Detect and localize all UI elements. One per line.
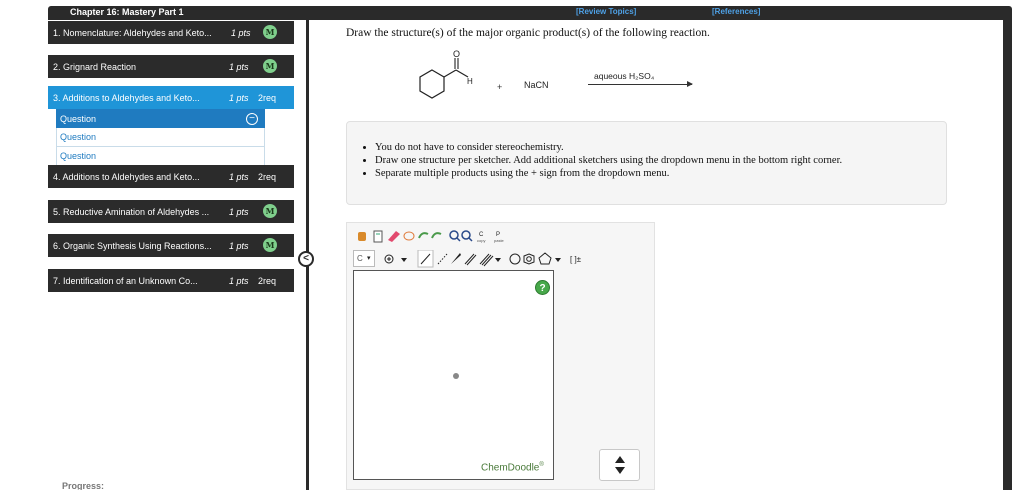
redo-icon[interactable] (431, 232, 442, 239)
sidebar-item-label: 6. Organic Synthesis Using Reactions... (53, 241, 212, 251)
subquestion-2[interactable]: Question (56, 128, 265, 147)
subquestion-1[interactable]: Question − (56, 109, 265, 128)
points-label: 1 pts (229, 276, 249, 286)
clear-icon[interactable] (373, 230, 383, 243)
sidebar-item-3[interactable]: 3. Additions to Aldehydes and Keto... 1 … (48, 86, 294, 109)
plus-sign: + (497, 82, 503, 92)
sidebar-item-4[interactable]: 4. Additions to Aldehydes and Keto... 1 … (48, 165, 294, 188)
instruction-item: Separate multiple products using the + s… (375, 168, 842, 179)
right-scrollbar[interactable] (1003, 20, 1012, 490)
sidebar-item-5[interactable]: 5. Reductive Amination of Aldehydes ... … (48, 200, 294, 223)
progress-label: Progress: (62, 481, 105, 490)
collapse-minus-icon[interactable]: − (246, 113, 258, 125)
canvas-dot (453, 373, 459, 379)
copy-sub-label: copy (477, 238, 485, 243)
header-bar: Chapter 16: Mastery Part 1 [Review Topic… (48, 6, 1012, 20)
triple-bond-icon[interactable] (479, 253, 494, 267)
chevron-down-icon[interactable] (555, 258, 561, 262)
cyclohexanecarbaldehyde-structure: O H (419, 49, 473, 99)
subquestion-label: Question (60, 132, 97, 142)
brand-label: ChemDoodle (481, 462, 540, 474)
collapse-sidebar-button[interactable]: < (298, 251, 314, 267)
help-icon[interactable]: ? (535, 280, 550, 295)
eraser-icon[interactable] (388, 231, 400, 242)
points-label: 1 pts (231, 28, 251, 38)
chapter-title: Chapter 16: Mastery Part 1 (70, 7, 184, 17)
sidebar: 1. Nomenclature: Aldehydes and Keto... 1… (48, 20, 294, 490)
lasso-icon[interactable] (403, 231, 415, 241)
sidebar-item-2[interactable]: 2. Grignard Reaction 1 pts M (48, 55, 294, 78)
mastered-badge-icon: M (263, 238, 277, 252)
dashed-bond-icon[interactable] (437, 253, 448, 265)
hand-icon[interactable] (358, 232, 366, 241)
reaction-arrowhead-icon (687, 81, 693, 87)
points-label: 1 pts (229, 93, 249, 103)
conditions-label: aqueous H₂SO₄ (594, 71, 655, 81)
sidebar-item-7[interactable]: 7. Identification of an Unknown Co... 1 … (48, 269, 294, 292)
chevron-down-icon: ▾ (367, 255, 371, 262)
arrow-up-icon (615, 456, 625, 463)
requirement-label: 2req (258, 276, 277, 286)
instruction-item: You do not have to consider stereochemis… (375, 142, 842, 153)
requirement-label: 2req (258, 172, 277, 182)
sketcher-toolbar-bottom: [ ]± (384, 250, 582, 268)
registered-mark: ® (539, 462, 544, 468)
double-bond-icon[interactable] (464, 253, 477, 266)
subquestion-label: Question (60, 151, 97, 161)
sidebar-item-label: 7. Identification of an Unknown Co... (53, 276, 198, 286)
paste-icon[interactable]: P paste (494, 232, 505, 243)
question-text: Draw the structure(s) of the major organ… (346, 27, 710, 39)
chevron-down-icon[interactable] (401, 258, 407, 262)
requirement-label: 2req (258, 93, 277, 103)
single-bond-icon[interactable] (417, 250, 434, 268)
points-label: 1 pts (229, 241, 249, 251)
chemdoodle-logo: ChemDoodle® (481, 462, 544, 473)
hydrogen-atom-label: H (467, 77, 473, 86)
chevron-down-icon[interactable] (495, 258, 501, 262)
sidebar-item-label: 1. Nomenclature: Aldehydes and Keto... (53, 28, 212, 38)
sketcher-resize-button[interactable] (599, 449, 640, 481)
sidebar-item-label: 5. Reductive Amination of Aldehydes ... (53, 207, 210, 217)
oxygen-atom-label: O (453, 49, 460, 59)
subquestion-3[interactable]: Question (56, 147, 265, 166)
sidebar-item-label: 2. Grignard Reaction (53, 62, 137, 72)
cyclopropane-icon[interactable] (509, 253, 521, 265)
wedge-bond-icon[interactable] (451, 253, 461, 264)
bracket-label: [ ]± (570, 255, 582, 264)
points-label: 1 pts (229, 62, 249, 72)
review-topics-link[interactable]: [Review Topics] (576, 7, 636, 16)
sidebar-item-label: 3. Additions to Aldehydes and Keto... (53, 93, 200, 103)
mastered-badge-icon: M (263, 59, 277, 73)
mastered-badge-icon: M (263, 25, 277, 39)
instructions-box: You do not have to consider stereochemis… (346, 121, 947, 205)
element-select[interactable]: C ▾ (353, 250, 375, 267)
sidebar-item-6[interactable]: 6. Organic Synthesis Using Reactions... … (48, 234, 294, 257)
subquestion-label: Question (60, 114, 97, 124)
points-label: 1 pts (229, 207, 249, 217)
points-label: 1 pts (229, 172, 249, 182)
benzene-icon[interactable] (523, 253, 535, 265)
sidebar-item-label: 4. Additions to Aldehydes and Keto... (53, 172, 200, 182)
reagent-label: NaCN (524, 80, 549, 90)
instruction-item: Draw one structure per sketcher. Add add… (375, 155, 842, 166)
zoom-out-icon[interactable] (461, 230, 473, 242)
undo-icon[interactable] (418, 232, 429, 239)
paste-sub-label: paste (494, 238, 505, 243)
zoom-in-icon[interactable] (449, 230, 461, 242)
copy-icon[interactable]: C copy (477, 232, 485, 243)
mastered-badge-icon: M (263, 204, 277, 218)
references-link[interactable]: [References] (712, 7, 760, 16)
reaction-arrow (588, 84, 692, 85)
bracket-icon[interactable]: [ ]± (570, 255, 582, 264)
charge-icon[interactable] (384, 254, 394, 264)
element-select-value: C (357, 254, 363, 263)
sketcher-toolbar-top: C copy P paste (358, 230, 505, 243)
sidebar-item-1[interactable]: 1. Nomenclature: Aldehydes and Keto... 1… (48, 21, 294, 44)
pentagon-ring-icon[interactable] (538, 252, 552, 265)
arrow-down-icon (615, 467, 625, 474)
